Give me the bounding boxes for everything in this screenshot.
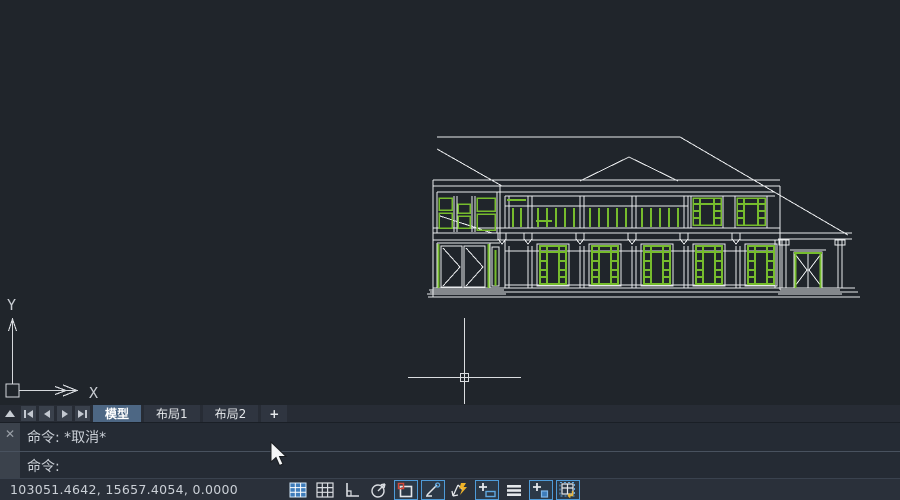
grid-display-toggle[interactable] — [313, 480, 337, 500]
snap-tracking-icon — [424, 482, 442, 498]
snap-grid-icon — [289, 482, 307, 498]
three-bars-icon — [505, 482, 523, 498]
arrow-right-icon — [62, 410, 68, 418]
new-layout-tab-button[interactable]: + — [261, 405, 287, 422]
right-angle-icon — [343, 482, 361, 498]
axes-lightning-icon — [451, 482, 469, 498]
arrow-left-icon — [44, 410, 50, 418]
lineweight-display-toggle[interactable] — [502, 480, 526, 500]
next-layout-button[interactable] — [57, 406, 72, 421]
expand-tab-bar-button[interactable] — [2, 405, 18, 422]
quick-properties-toggle[interactable] — [529, 480, 553, 500]
triangle-up-icon — [5, 410, 15, 417]
ucs-x-label: X — [89, 384, 98, 402]
command-history-line: 命令: *取消* — [0, 423, 900, 451]
object-snap-icon — [397, 482, 415, 498]
first-layout-button[interactable] — [21, 406, 36, 421]
coordinate-readout: 103051.4642, 15657.4054, 0.0000 — [10, 482, 238, 497]
command-line-panel: ✕ 命令: *取消* 命令: — [0, 422, 900, 478]
layout-tab-bar: 模型 布局1 布局2 + — [0, 405, 900, 422]
previous-layout-button[interactable] — [39, 406, 54, 421]
building-elevation-drawing: Y X — [0, 0, 900, 405]
object-snap-tracking-toggle[interactable] — [421, 480, 445, 500]
first-icon — [24, 410, 26, 418]
crosshair-cursor — [408, 318, 521, 404]
grid-return-arrow-icon — [559, 482, 577, 498]
plus-rectangle-icon — [478, 482, 496, 498]
grid-icon — [316, 482, 334, 498]
drafting-toggle-strip — [286, 479, 580, 500]
ucs-icon — [6, 318, 77, 397]
mouse-pointer — [270, 441, 290, 469]
dynamic-input-toggle[interactable] — [475, 480, 499, 500]
snap-mode-toggle[interactable] — [286, 480, 310, 500]
cad-application-window: Y X 模型 布局1 布局2 + ✕ 命令: *取消* 命令: 103051.4… — [0, 0, 900, 500]
selection-cycling-toggle[interactable] — [556, 480, 580, 500]
arrow-right-icon — [78, 410, 84, 418]
dynamic-ucs-toggle[interactable] — [448, 480, 472, 500]
object-snap-toggle[interactable] — [394, 480, 418, 500]
tab-layout2[interactable]: 布局2 — [203, 405, 259, 422]
command-prompt-input[interactable]: 命令: — [0, 451, 900, 479]
status-bar: 103051.4642, 15657.4054, 0.0000 — [0, 478, 900, 500]
last-icon — [85, 410, 87, 418]
ucs-y-label: Y — [7, 296, 16, 314]
tab-model[interactable]: 模型 — [93, 405, 141, 422]
plus-square-icon — [532, 482, 550, 498]
polar-angle-icon — [370, 482, 388, 498]
polar-tracking-toggle[interactable] — [367, 480, 391, 500]
last-layout-button[interactable] — [75, 406, 90, 421]
model-space-viewport[interactable]: Y X — [0, 0, 900, 405]
arrow-left-icon — [27, 410, 33, 418]
ortho-mode-toggle[interactable] — [340, 480, 364, 500]
tab-layout1[interactable]: 布局1 — [144, 405, 200, 422]
